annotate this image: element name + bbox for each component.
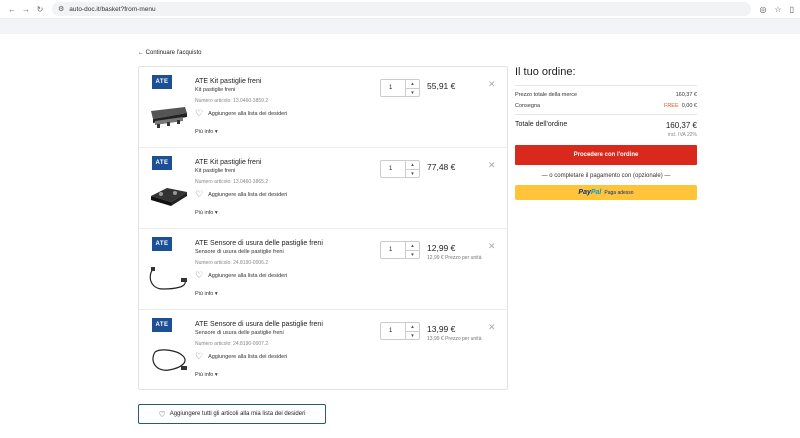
url-text: auto-doc.it/basket?from-menu [69, 5, 156, 13]
wear-sensor-image [152, 349, 187, 371]
cart-item: ATE ATE Kit pastiglie freni Kit pastigli… [139, 67, 507, 148]
brand-logo: ATE [152, 75, 172, 89]
qty-up-icon[interactable]: ▲ [406, 161, 419, 170]
back-arrow-icon[interactable]: ← [6, 5, 18, 14]
item-article-number: Numero articolo: 13.0460-3865.2 [195, 179, 269, 185]
brand-logo: ATE [152, 156, 172, 170]
item-title[interactable]: ATE Sensore di usura delle pastiglie fre… [195, 240, 323, 247]
cart-item: ATE ATE Sensore di usura delle pastiglie… [139, 229, 507, 310]
more-info-toggle[interactable]: Più info ▾ [195, 372, 218, 378]
qty-down-icon[interactable]: ▼ [406, 332, 419, 340]
quantity-stepper[interactable]: 1 ▲ ▼ [380, 79, 420, 97]
qty-up-icon[interactable]: ▲ [406, 323, 419, 332]
reload-icon[interactable]: ↻ [34, 5, 46, 14]
alternative-payment-label: — o completare il pagamento con (opziona… [541, 173, 671, 179]
qty-down-icon[interactable]: ▼ [406, 251, 419, 259]
wear-sensor-image [149, 267, 187, 290]
site-header-band [0, 19, 800, 34]
add-to-wishlist-button[interactable]: ♡ Aggiungere alla lista dei desideri [195, 190, 287, 199]
item-price: 12,99 € [427, 243, 456, 253]
order-summary: Il tuo ordine: Prezzo totale della merce… [515, 66, 697, 200]
item-price: 55,91 € [427, 81, 456, 91]
quantity-stepper[interactable]: 1 ▲ ▼ [380, 241, 420, 259]
vat-note: incl. IVA 22% [667, 132, 697, 138]
order-total-row: Totale dell'ordine 160,37 € [515, 121, 697, 130]
qty-down-icon[interactable]: ▼ [406, 89, 419, 97]
shipping-row: Consegna FREE 0,00 € [515, 102, 697, 109]
add-to-wishlist-button[interactable]: ♡ Aggiungere alla lista dei desideri [195, 109, 287, 118]
heart-icon: ♡ [195, 270, 204, 280]
more-info-toggle[interactable]: Più info ▾ [195, 291, 218, 297]
item-article-number: Numero articolo: 13.0460-3859.2 [195, 98, 269, 104]
cart-item: ATE ATE Sensore di usura delle pastiglie… [139, 310, 507, 391]
item-subtitle: Kit pastiglie freni [195, 87, 236, 93]
brand-logo: ATE [152, 237, 172, 251]
quantity-stepper[interactable]: 1 ▲ ▼ [380, 322, 420, 340]
unit-price: 12,99 € Prezzo per unità [427, 255, 482, 261]
continue-shopping-link[interactable]: ← Continuare l'acquisto [138, 50, 202, 56]
address-bar[interactable]: ⚙ auto-doc.it/basket?from-menu [52, 2, 752, 16]
heart-icon: ♡ [158, 409, 166, 419]
cart-items-list: ATE ATE Kit pastiglie freni Kit pastigli… [138, 66, 508, 390]
paypal-button[interactable]: PayPal Paga adesso [515, 185, 697, 200]
quantity-value[interactable]: 1 [381, 161, 405, 177]
add-all-to-wishlist-button[interactable]: ♡ Aggiungere tutti gli articoli alla mia… [138, 404, 326, 424]
star-icon[interactable]: ☆ [774, 5, 781, 14]
heart-icon: ♡ [195, 351, 204, 361]
item-title[interactable]: ATE Kit pastiglie freni [195, 159, 261, 166]
order-summary-title: Il tuo ordine: [515, 66, 576, 78]
site-info-icon[interactable]: ⚙ [58, 5, 64, 13]
panel-icon[interactable]: ▯ [790, 5, 794, 14]
heart-icon: ♡ [195, 189, 204, 199]
quantity-value[interactable]: 1 [381, 323, 405, 339]
item-subtitle: Kit pastiglie freni [195, 168, 236, 174]
more-info-toggle[interactable]: Più info ▾ [195, 129, 218, 135]
qty-down-icon[interactable]: ▼ [406, 170, 419, 178]
item-title[interactable]: ATE Sensore di usura delle pastiglie fre… [195, 321, 323, 328]
checkout-button[interactable]: Procedere con l'ordine [515, 145, 697, 165]
item-subtitle: Sensore di usura delle pastiglie freni [195, 249, 284, 255]
quantity-value[interactable]: 1 [381, 242, 405, 258]
eye-off-icon[interactable]: ◎ [759, 5, 766, 14]
remove-item-icon[interactable]: ✕ [488, 241, 496, 252]
qty-up-icon[interactable]: ▲ [406, 80, 419, 89]
brake-pads-image [151, 188, 187, 206]
add-to-wishlist-button[interactable]: ♡ Aggiungere alla lista dei desideri [195, 271, 287, 280]
item-title[interactable]: ATE Kit pastiglie freni [195, 78, 261, 85]
remove-item-icon[interactable]: ✕ [488, 160, 496, 171]
forward-arrow-icon[interactable]: → [20, 5, 32, 14]
heart-icon: ♡ [195, 108, 204, 118]
unit-price: 13,99 € Prezzo per unità [427, 336, 482, 342]
item-price: 13,99 € [427, 324, 456, 334]
item-price: 77,48 € [427, 162, 456, 172]
item-article-number: Numero articolo: 24.8190-0006.2 [195, 260, 269, 266]
item-subtitle: Sensore di usura delle pastiglie freni [195, 330, 284, 336]
add-to-wishlist-button[interactable]: ♡ Aggiungere alla lista dei desideri [195, 352, 287, 361]
paypal-logo: PayPal [578, 189, 602, 196]
goods-total-row: Prezzo totale della merce 160,37 € [515, 91, 697, 98]
cart-item: ATE ATE Kit pastiglie freni Kit pastigli… [139, 148, 507, 229]
more-info-toggle[interactable]: Più info ▾ [195, 210, 218, 216]
qty-up-icon[interactable]: ▲ [406, 242, 419, 251]
brake-pads-image [151, 107, 187, 128]
item-article-number: Numero articolo: 24.8190-0007.2 [195, 341, 269, 347]
free-shipping-badge: FREE [663, 102, 679, 109]
quantity-stepper[interactable]: 1 ▲ ▼ [380, 160, 420, 178]
browser-toolbar: ← → ↻ ⚙ auto-doc.it/basket?from-menu ◎ ☆… [0, 0, 800, 19]
brand-logo: ATE [152, 318, 172, 332]
quantity-value[interactable]: 1 [381, 80, 405, 96]
remove-item-icon[interactable]: ✕ [488, 322, 496, 333]
remove-item-icon[interactable]: ✕ [488, 79, 496, 90]
